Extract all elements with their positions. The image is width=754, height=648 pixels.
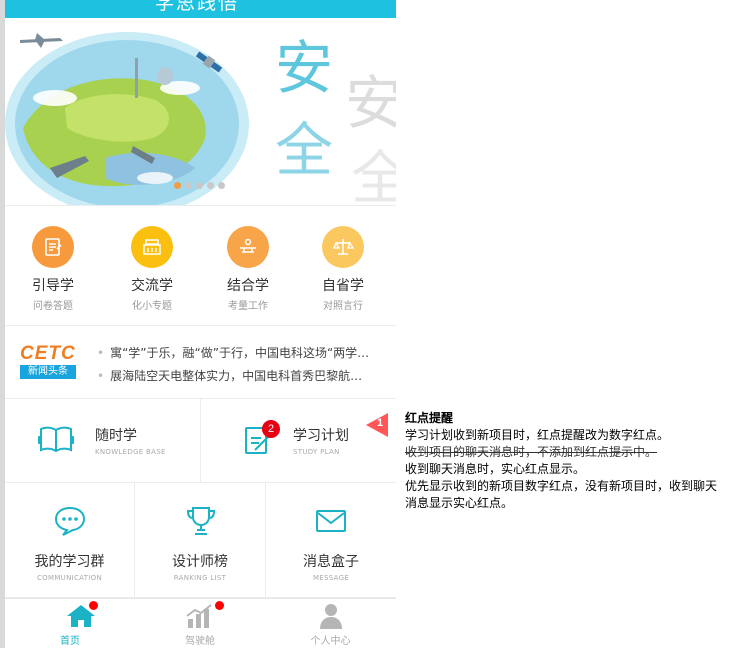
user-icon bbox=[318, 602, 344, 634]
quick-item-title: 引导学 bbox=[32, 278, 74, 294]
bullet: • bbox=[97, 346, 105, 360]
cetc-logo: CETC bbox=[20, 343, 76, 364]
feature-text: 随时学 KNOWLEDGE BASE bbox=[95, 425, 166, 456]
feature-message-box[interactable]: 消息盒子 MESSAGE bbox=[266, 483, 396, 598]
questionnaire-icon bbox=[32, 226, 74, 268]
news-headline-badge: 新闻头条 bbox=[20, 365, 76, 379]
feature-study-plan[interactable]: 2 学习计划 STUDY PLAN bbox=[201, 399, 396, 483]
feature-subtitle: MESSAGE bbox=[312, 574, 350, 582]
feature-title: 我的学习群 bbox=[34, 554, 105, 570]
carousel-dot[interactable] bbox=[196, 182, 203, 189]
chart-icon bbox=[185, 603, 215, 633]
quick-item-exchange-learning[interactable]: 交流学 化小专题 bbox=[112, 226, 192, 312]
news-item-text: 展海陆空天电整体实力，中国电科首秀巴黎航… bbox=[110, 369, 363, 383]
feature-title: 随时学 bbox=[95, 428, 137, 444]
quick-item-subtitle: 对照言行 bbox=[323, 301, 363, 312]
annotation-line-struck: 收到项目的聊天消息时，不添加到红点提示中。 bbox=[405, 445, 658, 459]
feature-title: 设计师榜 bbox=[172, 554, 228, 570]
feature-text: 学习计划 STUDY PLAN bbox=[293, 425, 349, 456]
carousel-dot[interactable] bbox=[185, 182, 192, 189]
tab-label: 个人中心 bbox=[310, 636, 351, 647]
annotation-marker: 1 bbox=[366, 413, 396, 441]
tab-label: 驾驶舱 bbox=[185, 636, 215, 647]
tab-home[interactable]: 首页 bbox=[5, 599, 135, 648]
news-item[interactable]: • 寓“学”于乐，融“做”于行，中国电科这场“两学… bbox=[97, 344, 387, 361]
quick-item-subtitle: 问卷答题 bbox=[33, 301, 73, 312]
cockpit-notification-dot bbox=[215, 601, 224, 610]
banner-illustration: 安 全 安 全 bbox=[5, 18, 396, 205]
tab-profile[interactable]: 个人中心 bbox=[265, 599, 396, 648]
feature-text: 我的学习群 COMMUNICATION bbox=[5, 551, 134, 582]
tab-cockpit[interactable]: 驾驶舱 bbox=[135, 599, 265, 648]
bullet: • bbox=[97, 369, 105, 383]
feature-title: 消息盒子 bbox=[303, 554, 359, 570]
quick-item-title: 结合学 bbox=[227, 278, 269, 294]
chat-icon bbox=[53, 505, 87, 541]
annotation-line: 收到聊天消息时，实心红点显示。 bbox=[405, 462, 586, 476]
quick-item-self-reflection[interactable]: 自省学 对照言行 bbox=[303, 226, 383, 312]
scale-icon bbox=[322, 226, 364, 268]
banner-carousel[interactable]: 安 全 安 全 bbox=[5, 18, 396, 205]
bottom-tab-bar: 首页 驾驶舱 个人中心 bbox=[5, 598, 396, 648]
feature-text: 消息盒子 MESSAGE bbox=[266, 551, 396, 582]
carousel-dots[interactable] bbox=[174, 182, 225, 189]
quick-item-combine-learning[interactable]: 结合学 考量工作 bbox=[208, 226, 288, 312]
study-plan-count-badge: 2 bbox=[262, 420, 280, 438]
news-item[interactable]: • 展海陆空天电整体实力，中国电科首秀巴黎航… bbox=[97, 367, 387, 384]
annotation-number: 1 bbox=[376, 417, 384, 429]
feature-knowledge-base[interactable]: 随时学 KNOWLEDGE BASE bbox=[5, 399, 201, 483]
page-title: 学思践悟 bbox=[155, 0, 240, 14]
feature-study-group[interactable]: 我的学习群 COMMUNICATION bbox=[5, 483, 135, 598]
quick-item-subtitle: 化小专题 bbox=[132, 301, 172, 312]
carousel-dot[interactable] bbox=[218, 182, 225, 189]
feature-subtitle: KNOWLEDGE BASE bbox=[95, 448, 166, 456]
annotation-note: 红点提醒 学习计划收到新项目时，红点提醒改为数字红点。 收到项目的聊天消息时，不… bbox=[405, 410, 725, 512]
carousel-dot[interactable] bbox=[174, 182, 181, 189]
banner-char-an: 安 bbox=[275, 34, 333, 102]
quick-item-title: 交流学 bbox=[131, 278, 173, 294]
divider bbox=[5, 205, 396, 206]
banner-char-quan-2: 全 bbox=[351, 144, 396, 205]
mail-icon bbox=[315, 507, 347, 539]
home-notification-dot bbox=[89, 601, 98, 610]
news-item-text: 寓“学”于乐，融“做”于行，中国电科这场“两学… bbox=[110, 346, 370, 360]
annotation-title: 红点提醒 bbox=[405, 411, 454, 425]
feature-text: 设计师榜 RANKING LIST bbox=[135, 551, 265, 582]
book-icon bbox=[38, 423, 74, 461]
quick-item-guide-learning[interactable]: 引导学 问卷答题 bbox=[13, 226, 93, 312]
annotation-line: 学习计划收到新项目时，红点提醒改为数字红点。 bbox=[405, 428, 670, 442]
quick-item-subtitle: 考量工作 bbox=[228, 301, 268, 312]
trophy-icon bbox=[185, 505, 217, 541]
work-icon bbox=[227, 226, 269, 268]
carousel-dot[interactable] bbox=[207, 182, 214, 189]
banner-char-an-2: 安 bbox=[345, 69, 396, 137]
feature-subtitle: COMMUNICATION bbox=[36, 574, 103, 582]
quick-item-title: 自省学 bbox=[322, 278, 364, 294]
annotation-line: 优先显示收到的新项目数字红点，没有新项目时，收到聊天消息显示实心红点。 bbox=[405, 479, 718, 510]
feature-subtitle: RANKING LIST bbox=[173, 574, 227, 582]
feature-subtitle: STUDY PLAN bbox=[293, 448, 340, 456]
tab-label: 首页 bbox=[60, 636, 80, 647]
divider bbox=[5, 325, 396, 326]
feature-designer-ranking[interactable]: 设计师榜 RANKING LIST bbox=[135, 483, 266, 598]
feature-title: 学习计划 bbox=[293, 428, 349, 444]
app-header: 学思践悟 bbox=[5, 0, 396, 18]
banner-char-quan: 全 bbox=[275, 116, 333, 184]
news-logo[interactable]: CETC 新闻头条 bbox=[20, 344, 78, 379]
app-screen: 学思践悟 安 全 安 全 引导学 问卷答题 交流学 化小专题 结合学 考量工作 … bbox=[5, 0, 396, 648]
topic-icon bbox=[131, 226, 173, 268]
